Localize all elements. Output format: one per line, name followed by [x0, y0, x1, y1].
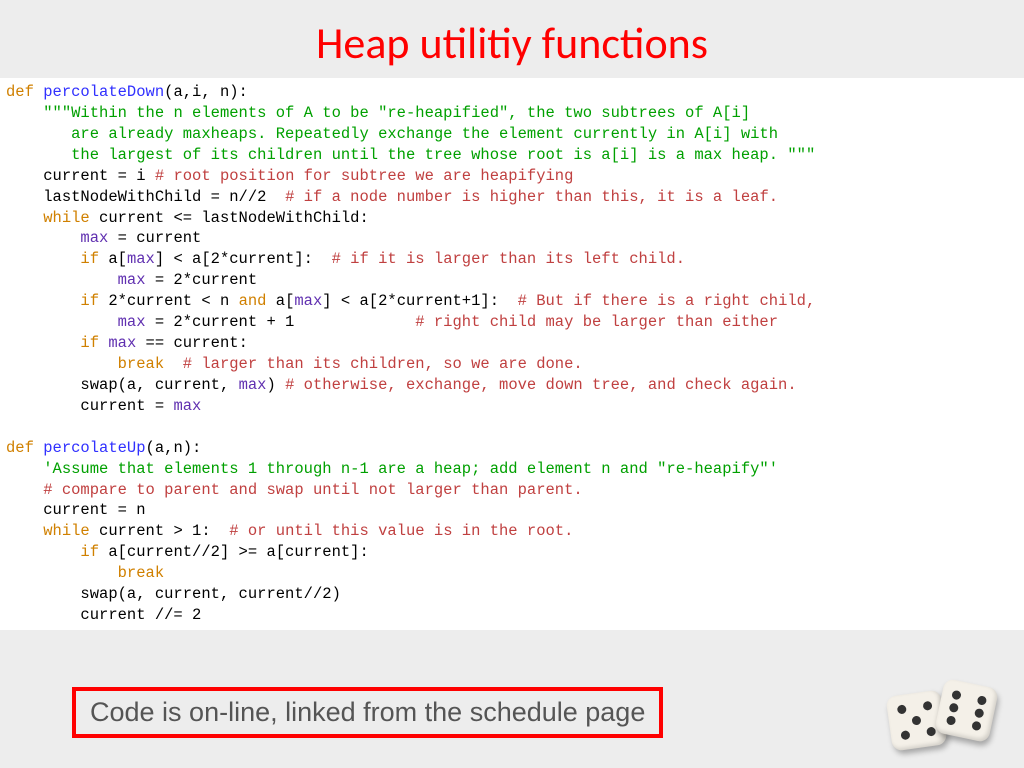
- code-line: swap(a, current, current//2): [80, 585, 340, 603]
- code-line: = 2*current: [146, 271, 258, 289]
- code-line: current > 1:: [90, 522, 230, 540]
- comment: # But if there is a right child,: [518, 292, 816, 310]
- code-line: = current: [108, 229, 201, 247]
- code-line: 2*current < n: [99, 292, 239, 310]
- keyword-if: if: [80, 334, 99, 352]
- code-line: current <= lastNodeWithChild:: [90, 209, 369, 227]
- comment: # larger than its children, so we are do…: [183, 355, 583, 373]
- code-line: [164, 355, 183, 373]
- builtin-max: max: [239, 376, 267, 394]
- code-line: = 2*current + 1: [146, 313, 416, 331]
- keyword-def: def: [6, 439, 43, 457]
- code-line: a[: [99, 250, 127, 268]
- docstring: """Within the n elements of A to be "re-…: [43, 104, 750, 122]
- comment: # compare to parent and swap until not l…: [43, 481, 583, 499]
- comment: # otherwise, exchange, move down tree, a…: [285, 376, 797, 394]
- builtin-max: max: [127, 250, 155, 268]
- builtin-max: max: [173, 397, 201, 415]
- builtin-max: max: [80, 229, 108, 247]
- code-block: def percolateDown(a,i, n): """Within the…: [0, 78, 1024, 630]
- func-name: percolateUp: [43, 439, 145, 457]
- keyword-if: if: [80, 250, 99, 268]
- params: (a,i, n):: [164, 83, 248, 101]
- comment: # if a node number is higher than this, …: [285, 188, 778, 206]
- code-line: a[: [266, 292, 294, 310]
- docstring: are already maxheaps. Repeatedly exchang…: [43, 125, 778, 143]
- comment: # right child may be larger than either: [415, 313, 778, 331]
- keyword-while: while: [43, 209, 90, 227]
- code-line: current = i: [43, 167, 155, 185]
- code-line: a[current//2] >= a[current]:: [99, 543, 369, 561]
- code-line: == current:: [136, 334, 248, 352]
- code-line: current //= 2: [80, 606, 201, 624]
- builtin-max: max: [108, 334, 136, 352]
- dice-icon: [884, 663, 1014, 763]
- code-line: ): [266, 376, 285, 394]
- comment: # if it is larger than its left child.: [332, 250, 685, 268]
- code-line: current =: [80, 397, 173, 415]
- code-line: ] < a[2*current]:: [155, 250, 332, 268]
- keyword-if: if: [80, 292, 99, 310]
- code-line: swap(a, current,: [80, 376, 238, 394]
- keyword-break: break: [118, 355, 165, 373]
- builtin-max: max: [118, 271, 146, 289]
- comment: # root position for subtree we are heapi…: [155, 167, 574, 185]
- keyword-if: if: [80, 543, 99, 561]
- keyword-break: break: [118, 564, 165, 582]
- keyword-def: def: [6, 83, 43, 101]
- docstring: the largest of its children until the tr…: [43, 146, 815, 164]
- code-line: current = n: [43, 501, 145, 519]
- keyword-while: while: [43, 522, 90, 540]
- code-line: lastNodeWithChild = n//2: [43, 188, 285, 206]
- builtin-max: max: [294, 292, 322, 310]
- builtin-max: max: [118, 313, 146, 331]
- func-name: percolateDown: [43, 83, 164, 101]
- docstring: 'Assume that elements 1 through n-1 are …: [43, 460, 778, 478]
- comment: # or until this value is in the root.: [229, 522, 573, 540]
- params: (a,n):: [146, 439, 202, 457]
- die-icon: [934, 678, 999, 743]
- code-line: ] < a[2*current+1]:: [322, 292, 517, 310]
- note-box: Code is on-line, linked from the schedul…: [72, 687, 663, 738]
- page-title: Heap utilitiy functions: [0, 0, 1024, 78]
- code-line: [99, 334, 108, 352]
- keyword-and: and: [239, 292, 267, 310]
